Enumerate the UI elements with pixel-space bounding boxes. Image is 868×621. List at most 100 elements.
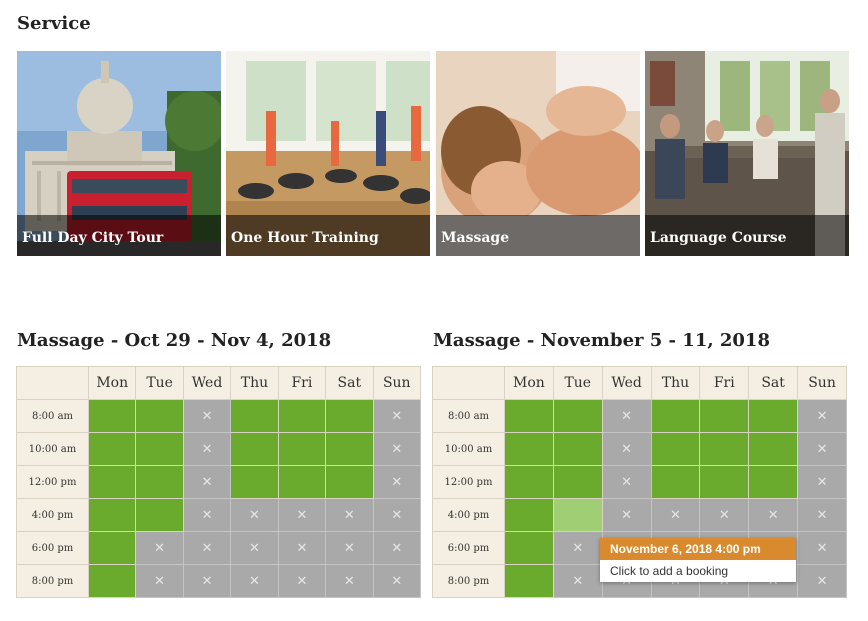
- service-tile-training[interactable]: One Hour Training: [226, 51, 430, 256]
- available-slot[interactable]: [699, 432, 750, 466]
- calendar-header-row: Mon Tue Wed Thu Fri Sat Sun: [432, 366, 847, 400]
- service-tile-city-tour[interactable]: Full Day City Tour: [17, 51, 221, 256]
- available-slot[interactable]: [135, 399, 184, 433]
- unavailable-slot: ✕: [325, 531, 374, 565]
- available-slot-hovered[interactable]: [552, 498, 603, 532]
- available-slot[interactable]: [135, 465, 184, 499]
- unavailable-slot: ✕: [797, 399, 847, 433]
- unavailable-slot: ✕: [797, 432, 847, 466]
- available-slot[interactable]: [504, 465, 554, 499]
- available-slot[interactable]: [552, 399, 603, 433]
- available-slot[interactable]: [87, 531, 137, 565]
- unavailable-slot: ✕: [601, 465, 652, 499]
- available-slot[interactable]: [504, 399, 554, 433]
- unavailable-slot: ✕: [277, 498, 327, 532]
- section-title: Service: [17, 13, 91, 34]
- unavailable-x-icon: ✕: [249, 508, 260, 523]
- unavailable-x-icon: ✕: [201, 574, 213, 589]
- booking-tooltip[interactable]: November 6, 2018 4:00 pm Click to add a …: [600, 538, 796, 582]
- unavailable-x-icon: ✕: [154, 574, 166, 589]
- unavailable-x-icon: ✕: [201, 475, 213, 490]
- calendar-corner: [16, 366, 89, 400]
- available-slot[interactable]: [135, 432, 184, 466]
- available-slot[interactable]: [230, 465, 279, 499]
- day-header-wed: Wed: [182, 366, 232, 400]
- available-slot[interactable]: [504, 531, 554, 565]
- unavailable-x-icon: ✕: [249, 541, 260, 556]
- unavailable-x-icon: ✕: [391, 574, 403, 589]
- unavailable-x-icon: ✕: [343, 508, 355, 523]
- available-slot[interactable]: [650, 399, 701, 433]
- time-row: 12:00 pm ✕ ✕: [432, 465, 847, 499]
- day-header-fri: Fri: [277, 366, 327, 400]
- unavailable-slot: ✕: [182, 498, 232, 532]
- available-slot[interactable]: [277, 399, 327, 433]
- available-slot[interactable]: [325, 399, 374, 433]
- service-tile-massage[interactable]: Massage: [436, 51, 640, 256]
- calendar-title-week-1: Massage - Oct 29 - Nov 4, 2018: [17, 330, 332, 351]
- unavailable-x-icon: ✕: [201, 409, 213, 424]
- available-slot[interactable]: [748, 465, 799, 499]
- unavailable-x-icon: ✕: [621, 475, 633, 490]
- available-slot[interactable]: [552, 432, 603, 466]
- unavailable-x-icon: ✕: [391, 508, 403, 523]
- unavailable-slot: ✕: [797, 498, 847, 532]
- available-slot[interactable]: [87, 399, 137, 433]
- tooltip-text[interactable]: Click to add a booking: [600, 560, 796, 582]
- available-slot[interactable]: [504, 498, 554, 532]
- available-slot[interactable]: [325, 432, 374, 466]
- time-label: 10:00 am: [16, 432, 89, 466]
- unavailable-slot: ✕: [797, 465, 847, 499]
- unavailable-x-icon: ✕: [816, 508, 828, 523]
- available-slot[interactable]: [277, 465, 327, 499]
- time-row: 8:00 am ✕ ✕: [432, 399, 847, 433]
- unavailable-slot: ✕: [277, 531, 327, 565]
- tooltip-title: November 6, 2018 4:00 pm: [600, 538, 796, 560]
- available-slot[interactable]: [87, 432, 137, 466]
- unavailable-slot: ✕: [650, 498, 701, 532]
- available-slot[interactable]: [699, 465, 750, 499]
- day-header-sat: Sat: [325, 366, 374, 400]
- available-slot[interactable]: [230, 432, 279, 466]
- time-label: 8:00 pm: [432, 564, 505, 598]
- day-header-sat: Sat: [748, 366, 799, 400]
- available-slot[interactable]: [135, 498, 184, 532]
- available-slot[interactable]: [748, 432, 799, 466]
- available-slot[interactable]: [650, 465, 701, 499]
- unavailable-slot: ✕: [699, 498, 750, 532]
- time-row: 4:00 pm ✕ ✕ ✕ ✕ ✕: [16, 498, 422, 532]
- time-label: 8:00 pm: [16, 564, 89, 598]
- available-slot[interactable]: [504, 564, 554, 598]
- unavailable-slot: ✕: [372, 531, 422, 565]
- available-slot[interactable]: [277, 432, 327, 466]
- service-tile-language-course[interactable]: Language Course: [645, 51, 849, 256]
- unavailable-x-icon: ✕: [296, 541, 308, 556]
- day-header-sun: Sun: [797, 366, 847, 400]
- unavailable-slot: ✕: [182, 531, 232, 565]
- available-slot[interactable]: [325, 465, 374, 499]
- unavailable-slot: ✕: [372, 399, 422, 433]
- unavailable-x-icon: ✕: [391, 475, 403, 490]
- calendar-corner: [432, 366, 505, 400]
- available-slot[interactable]: [699, 399, 750, 433]
- time-label: 4:00 pm: [432, 498, 505, 532]
- available-slot[interactable]: [650, 432, 701, 466]
- available-slot[interactable]: [87, 465, 137, 499]
- available-slot[interactable]: [748, 399, 799, 433]
- unavailable-slot: ✕: [325, 564, 374, 598]
- time-row: 10:00 am ✕ ✕: [432, 432, 847, 466]
- day-header-thu: Thu: [650, 366, 701, 400]
- unavailable-x-icon: ✕: [249, 574, 260, 589]
- unavailable-x-icon: ✕: [391, 409, 403, 424]
- available-slot[interactable]: [552, 465, 603, 499]
- unavailable-x-icon: ✕: [201, 541, 213, 556]
- time-label: 12:00 pm: [16, 465, 89, 499]
- available-slot[interactable]: [504, 432, 554, 466]
- available-slot[interactable]: [230, 399, 279, 433]
- available-slot[interactable]: [87, 564, 137, 598]
- calendar-title-week-2: Massage - November 5 - 11, 2018: [433, 330, 770, 351]
- unavailable-x-icon: ✕: [343, 574, 355, 589]
- unavailable-x-icon: ✕: [816, 574, 828, 589]
- available-slot[interactable]: [87, 498, 137, 532]
- unavailable-x-icon: ✕: [816, 475, 828, 490]
